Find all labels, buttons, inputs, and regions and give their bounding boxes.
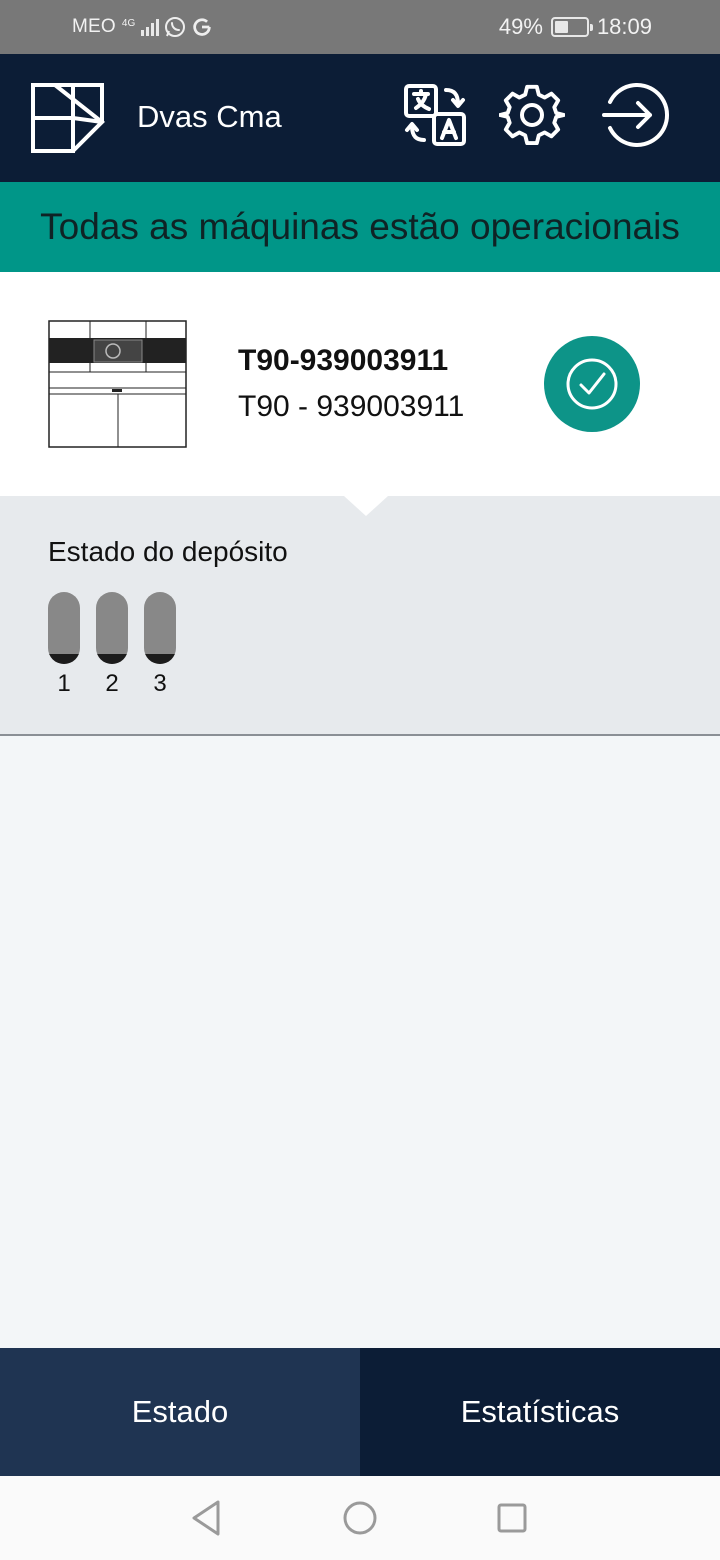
card-pointer — [344, 496, 388, 516]
bottom-navigation: Estado Estatísticas — [0, 1348, 720, 1476]
tank-label: 3 — [153, 670, 167, 697]
recent-apps-icon — [497, 1503, 527, 1533]
tank-level-fill — [144, 653, 176, 664]
google-icon — [193, 18, 211, 36]
tank-level-fill — [96, 653, 128, 664]
tank-label: 2 — [105, 670, 119, 697]
network-type-top: 4G — [121, 18, 136, 29]
machine-status-badge — [544, 336, 640, 432]
machine-card[interactable]: T90-939003911 T90 - 939003911 — [0, 272, 720, 496]
machine-title: T90-939003911 — [238, 344, 449, 377]
tank-status-panel: Estado do depósito 1 2 3 — [0, 496, 720, 736]
tank-item: 3 — [144, 592, 176, 698]
check-circle-icon — [566, 358, 618, 410]
status-bar-right: 49% 18:09 — [499, 0, 652, 54]
logout-button[interactable] — [600, 80, 670, 150]
tank-gauge — [144, 592, 176, 664]
machine-subtitle: T90 - 939003911 — [238, 390, 465, 423]
status-bar-left: MEO 4G — [72, 0, 213, 54]
battery-fill — [554, 21, 568, 33]
whatsapp-icon — [165, 17, 186, 37]
status-banner: Todas as máquinas estão operacionais — [0, 182, 720, 272]
tank-label: 1 — [57, 670, 71, 697]
tank-list: 1 2 3 — [48, 592, 176, 698]
tank-status-title: Estado do depósito — [48, 536, 288, 567]
battery-icon — [550, 17, 593, 37]
tank-gauge — [48, 592, 80, 664]
tank-gauge — [96, 592, 128, 664]
tank-item: 1 — [48, 592, 80, 698]
battery-percent: 49% — [498, 14, 543, 39]
recent-apps-button[interactable] — [490, 1496, 534, 1540]
tab-estatisticas[interactable]: Estatísticas — [360, 1348, 720, 1476]
signal-icon — [141, 18, 160, 36]
system-navigation-bar — [0, 1476, 720, 1560]
settings-icon — [499, 84, 565, 146]
home-button[interactable] — [338, 1496, 382, 1540]
clock: 18:09 — [596, 14, 652, 39]
translate-button[interactable] — [400, 80, 470, 150]
back-button[interactable] — [184, 1496, 228, 1540]
translate-icon — [404, 84, 466, 146]
logout-icon — [602, 83, 670, 147]
tank-level-fill — [48, 653, 80, 664]
app-header: Dvas Cma — [0, 54, 720, 182]
back-icon — [192, 1500, 220, 1536]
machine-thumbnail — [48, 320, 187, 448]
settings-button[interactable] — [497, 80, 567, 150]
user-name: Dvas Cma — [137, 99, 282, 134]
tank-item: 2 — [96, 592, 128, 698]
app-logo — [31, 83, 106, 153]
status-bar: MEO 4G 49% 18:09 — [0, 0, 720, 54]
home-icon — [343, 1501, 377, 1535]
tab-estado[interactable]: Estado — [0, 1348, 360, 1476]
network-type: 4G — [122, 19, 135, 29]
carrier-name: MEO — [72, 16, 116, 37]
